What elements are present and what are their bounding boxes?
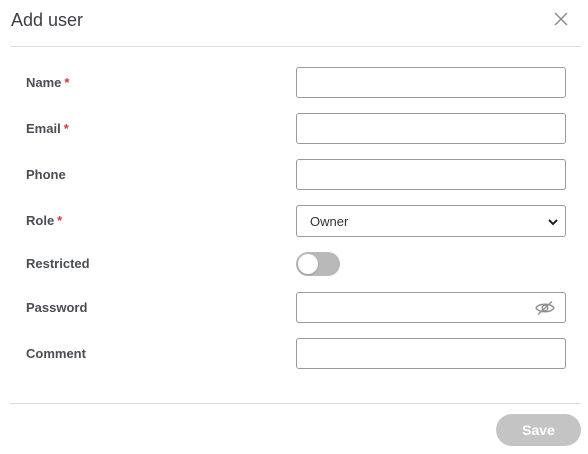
name-label: Name *	[26, 75, 70, 90]
add-user-dialog: Add user Name * Email * Phone Role * Owner …	[0, 0, 588, 454]
dialog-title: Add user	[11, 10, 84, 30]
header-divider	[10, 46, 581, 47]
email-label: Email *	[26, 121, 69, 136]
dialog-header: Add user	[0, 0, 588, 46]
chevron-down-icon	[548, 219, 558, 226]
role-selected-value: Owner	[310, 214, 349, 229]
phone-input[interactable]	[296, 159, 566, 190]
phone-label: Phone	[26, 167, 66, 182]
eye-slash-icon[interactable]	[534, 300, 556, 316]
toggle-knob	[298, 254, 318, 274]
password-input[interactable]	[296, 292, 566, 323]
required-mark: *	[57, 213, 63, 228]
restricted-label: Restricted	[26, 256, 90, 271]
comment-label: Comment	[26, 346, 86, 361]
comment-input[interactable]	[296, 338, 566, 369]
email-input[interactable]	[296, 113, 566, 144]
close-icon[interactable]	[552, 10, 570, 28]
restricted-toggle[interactable]	[296, 252, 340, 276]
save-button[interactable]: Save	[496, 414, 581, 446]
role-label: Role *	[26, 213, 63, 228]
name-input[interactable]	[296, 67, 566, 98]
password-label: Password	[26, 300, 88, 315]
role-select[interactable]: Owner	[296, 205, 566, 237]
required-mark: *	[63, 121, 69, 136]
footer-divider	[10, 403, 581, 404]
required-mark: *	[64, 75, 70, 90]
